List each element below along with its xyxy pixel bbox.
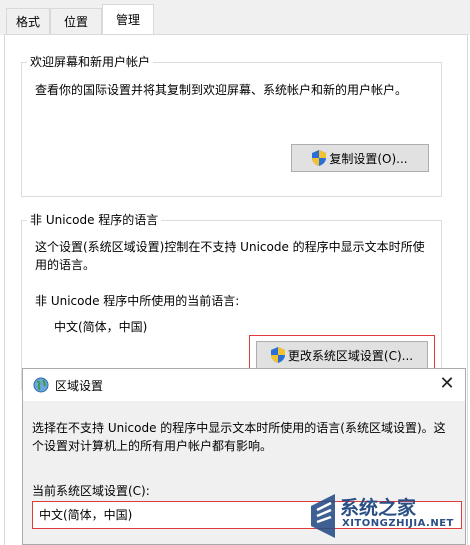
- watermark-text: 系统之家: [340, 497, 417, 519]
- welcome-description: 查看你的国际设置并将其复制到欢迎屏幕、系统帐户和新的用户帐户。: [35, 83, 408, 97]
- tab-location[interactable]: 位置: [50, 8, 102, 34]
- globe-icon: [33, 377, 49, 393]
- dialog-description-line2: 个设置对计算机上的所有用户帐户都有影响。: [32, 439, 273, 453]
- current-system-locale-label: 当前系统区域设置(C):: [32, 484, 150, 498]
- unicode-description-line2: 用的语言。: [35, 258, 96, 272]
- copy-settings-button[interactable]: 复制设置(O)...: [291, 144, 429, 172]
- uac-shield-icon: [270, 347, 285, 363]
- tab-bar: 格式 位置 管理: [0, 0, 470, 35]
- watermark-url: XITONGZHIJIA.NET: [342, 518, 454, 529]
- unicode-description-line1: 这个设置(系统区域设置)控制在不支持 Unicode 的程序中显示文本时所使: [35, 240, 425, 254]
- tab-format[interactable]: 格式: [6, 8, 50, 34]
- tab-administrative[interactable]: 管理: [102, 4, 154, 35]
- current-language-label: 非 Unicode 程序中所使用的当前语言:: [35, 294, 240, 308]
- current-language-value: 中文(简体，中国): [54, 320, 148, 334]
- dialog-titlebar: 区域设置 ✕: [23, 369, 465, 401]
- copy-settings-label: 复制设置(O)...: [329, 151, 408, 166]
- unicode-group-title: 非 Unicode 程序的语言: [27, 211, 162, 228]
- close-icon[interactable]: ✕: [437, 374, 457, 394]
- welcome-group-title: 欢迎屏幕和新用户帐户: [27, 53, 154, 70]
- dialog-description-line1: 选择在不支持 Unicode 的程序中显示文本时所使用的语言(系统区域设置)。这: [32, 421, 446, 435]
- change-system-locale-label: 更改系统区域设置(C)...: [287, 348, 414, 363]
- dialog-title: 区域设置: [55, 379, 104, 393]
- change-system-locale-button[interactable]: 更改系统区域设置(C)...: [256, 341, 428, 369]
- uac-shield-icon: [312, 150, 327, 166]
